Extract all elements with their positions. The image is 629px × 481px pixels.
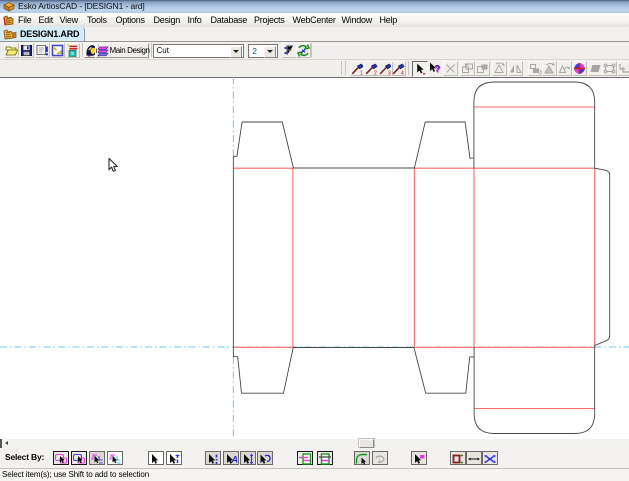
svg-text:3: 3 <box>539 70 542 75</box>
svg-text:1: 1 <box>360 71 363 76</box>
svg-text:?: ? <box>434 64 440 75</box>
svg-text:A: A <box>230 455 238 465</box>
svg-text:2: 2 <box>374 71 377 76</box>
svg-text:4: 4 <box>401 71 404 76</box>
